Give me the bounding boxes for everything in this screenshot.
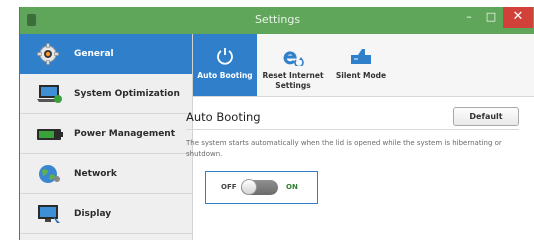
toggle-on-label: ON [286,183,298,191]
silent-mode-icon [350,46,372,66]
sidebar-item-general[interactable]: General [20,34,192,74]
toggle-off-label: OFF [221,183,237,191]
sidebar-item-system-optimization[interactable]: System Optimization [20,74,192,114]
sidebar-item-label: Display [74,208,112,219]
title-bar[interactable]: Settings – □ ✕ [20,7,534,34]
maximize-button[interactable]: □ [479,7,503,28]
divider [186,129,519,130]
sidebar-item-label: General [74,49,114,59]
sidebar-item-display[interactable]: Display [20,194,192,234]
tab-label: Silent Mode [335,71,387,80]
globe-icon [36,163,64,185]
tab-bar: Auto Booting Reset Internet Settings Sil… [193,34,534,97]
page-title: Auto Booting [186,110,261,124]
tab-label: Auto Booting [197,71,253,80]
gear-icon [36,43,64,65]
laptop-icon [36,83,64,105]
battery-icon [36,123,64,145]
sidebar-item-power-management[interactable]: Power Management [20,114,192,154]
tab-reset-internet-settings[interactable]: Reset Internet Settings [259,34,327,96]
sidebar-item-label: Network [74,168,117,179]
tab-label: Reset Internet Settings [262,71,324,90]
power-icon [214,46,236,66]
tab-silent-mode[interactable]: Silent Mode [329,34,393,96]
toggle-knob[interactable] [241,179,257,195]
display-icon [36,203,64,225]
sidebar-item-label: System Optimization [74,88,180,99]
minimize-button[interactable]: – [457,7,481,28]
auto-booting-toggle-group: OFF ON [205,171,318,204]
description-text: The system starts automatically when the… [186,139,502,158]
internet-reset-icon [282,46,304,68]
tab-auto-booting[interactable]: Auto Booting [193,34,257,96]
default-button[interactable]: Default [453,107,519,126]
sidebar: General System Optimization Power Manage… [20,34,193,240]
close-button[interactable]: ✕ [503,7,533,28]
auto-booting-toggle[interactable] [241,179,278,195]
sidebar-item-label: Power Management [74,128,176,139]
sidebar-item-network[interactable]: Network [20,154,192,194]
